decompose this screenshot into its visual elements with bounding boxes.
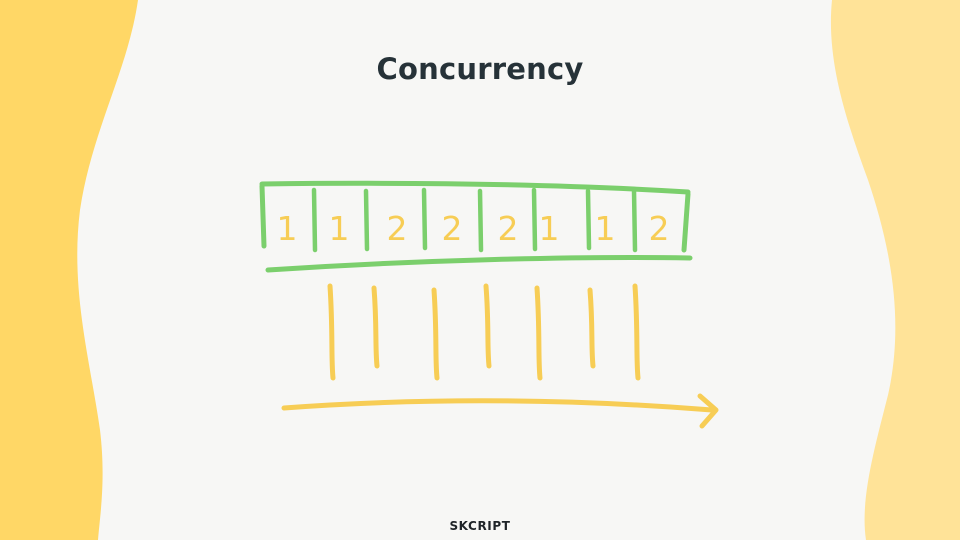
queue-cell-label: 1 [329,209,350,248]
queue-cell-label: 1 [539,209,560,248]
queue-cell-label: 2 [649,209,670,248]
worker-line [327,283,336,381]
queue-divider [363,188,370,252]
queue-left-border [259,183,267,249]
timeline-arrow [281,393,719,429]
worker-line [587,287,596,369]
worker-line [371,285,380,369]
queue-cell-label: 1 [277,209,298,248]
worker-line [534,285,543,381]
queue-cell-label: 1 [595,209,616,248]
queue-divider [631,187,638,253]
queue-divider [531,187,538,252]
worker-lines [327,283,641,381]
queue-divider [477,188,484,253]
queue-top-border [259,180,691,195]
queue-cell-label: 2 [387,209,408,248]
worker-line [483,283,492,369]
queue-right-border [681,191,691,253]
timeline-axis [281,398,715,413]
worker-line [431,287,440,381]
queue-cell-label: 2 [498,209,519,248]
queue-divider [421,187,428,251]
queue-divider [311,187,318,253]
brand-logo: SKCRIPT [449,519,511,533]
queue-divider [585,188,592,251]
task-queue [259,180,693,273]
slide: Concurrency 11222112 SKCRIPT [0,0,960,540]
queue-cell-label: 2 [442,209,463,248]
queue-cells: 11222112 [277,187,670,253]
worker-line [632,283,641,381]
concurrency-diagram: 11222112 [259,180,719,429]
queue-bottom-border [265,255,693,273]
